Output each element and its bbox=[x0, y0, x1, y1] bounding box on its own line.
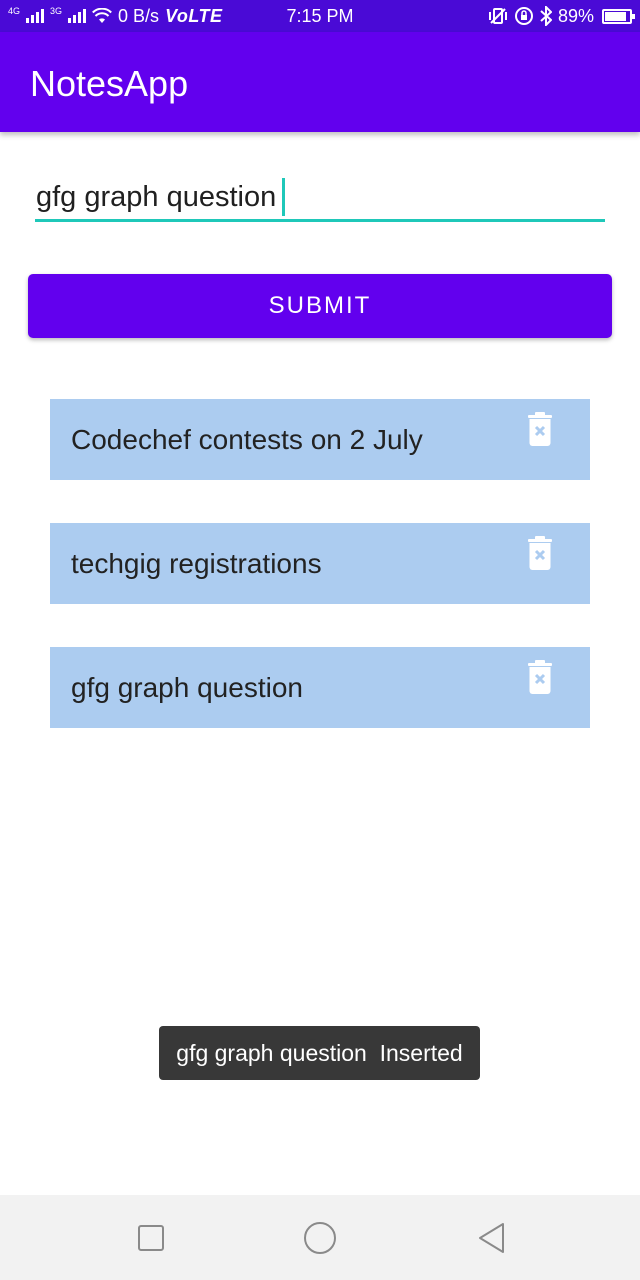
trash-icon[interactable] bbox=[527, 412, 553, 446]
submit-button[interactable]: SUBMIT bbox=[28, 274, 612, 338]
note-item[interactable]: techgig registrations bbox=[50, 523, 590, 604]
app-title: NotesApp bbox=[30, 63, 189, 104]
recent-apps-button[interactable] bbox=[106, 1195, 196, 1280]
note-text: Codechef contests on 2 July bbox=[71, 424, 423, 455]
app-bar: NotesApp bbox=[0, 32, 640, 132]
text-cursor bbox=[282, 178, 285, 216]
home-button[interactable] bbox=[275, 1195, 365, 1280]
trash-icon[interactable] bbox=[527, 536, 553, 570]
note-text: techgig registrations bbox=[71, 548, 322, 579]
input-underline bbox=[35, 219, 605, 222]
note-text: gfg graph question bbox=[71, 672, 303, 703]
square-icon bbox=[138, 1224, 164, 1251]
battery-icon bbox=[602, 8, 635, 24]
trash-icon[interactable] bbox=[527, 660, 553, 694]
battery-percent: 89% bbox=[557, 6, 594, 26]
notes-list: Codechef contests on 2 July techgig regi… bbox=[50, 399, 590, 771]
bluetooth-icon bbox=[540, 6, 552, 26]
note-item[interactable]: Codechef contests on 2 July bbox=[50, 399, 590, 480]
circle-icon bbox=[304, 1221, 336, 1254]
status-right: 89% bbox=[488, 0, 635, 32]
triangle-back-icon bbox=[479, 1222, 504, 1253]
screen: 4G 3G 0 B/s VoLTE 7:15 PM 89% NotesApp g… bbox=[0, 0, 640, 1280]
rotation-lock-icon bbox=[514, 7, 533, 25]
toast-message: gfg graph question Inserted bbox=[159, 1026, 480, 1080]
status-bar: 4G 3G 0 B/s VoLTE 7:15 PM 89% bbox=[0, 0, 640, 32]
note-input[interactable] bbox=[35, 174, 605, 220]
battery-level bbox=[605, 11, 626, 21]
note-input-container bbox=[35, 174, 605, 224]
note-item[interactable]: gfg graph question bbox=[50, 647, 590, 728]
navigation-bar bbox=[0, 1195, 640, 1280]
vibrate-icon bbox=[488, 8, 507, 24]
back-button[interactable] bbox=[447, 1195, 537, 1280]
